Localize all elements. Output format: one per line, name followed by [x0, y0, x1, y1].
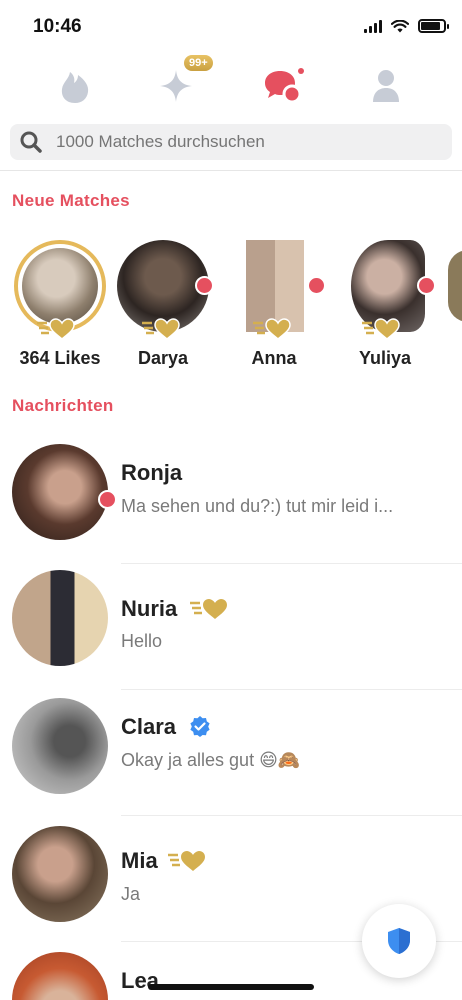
- message-preview: Hello: [121, 631, 163, 651]
- super-like-heart-icon: [168, 851, 205, 871]
- safety-toolkit-button[interactable]: [362, 904, 436, 978]
- avatar: [12, 698, 108, 794]
- avatar: [12, 952, 108, 1000]
- super-like-heart-icon: [190, 599, 227, 619]
- messages-tab[interactable]: [254, 58, 314, 114]
- person-icon: [373, 70, 399, 102]
- status-time: 10:46: [33, 16, 82, 37]
- contact-name: Nuria: [121, 596, 178, 621]
- message-row[interactable]: Clara Okay ja alles gut 😄🙈: [0, 690, 462, 816]
- message-row[interactable]: Nuria Hello: [0, 564, 462, 690]
- contact-name: Clara: [121, 714, 177, 739]
- divider: [0, 170, 462, 171]
- unread-dot: [98, 490, 117, 509]
- unread-dot: [195, 276, 214, 295]
- message-preview: Ma sehen und du?:) tut mir leid i...: [121, 496, 394, 516]
- messages-title: Nachrichten: [12, 396, 114, 415]
- match-card[interactable]: Yuliya: [337, 240, 436, 369]
- wifi-icon: [391, 19, 409, 32]
- match-card[interactable]: Anna: [226, 240, 326, 369]
- new-matches-title: Neue Matches: [12, 191, 130, 210]
- status-bar: 10:46: [0, 0, 462, 52]
- avatar: [12, 826, 108, 922]
- top-picks-badge: 99+: [184, 55, 213, 71]
- message-preview: Okay ja alles gut 😄🙈: [121, 750, 301, 770]
- unread-dot: [307, 276, 326, 295]
- contact-name: Lea: [121, 968, 159, 993]
- message-row[interactable]: Ronja Ma sehen und du?:) tut mir leid i.…: [0, 438, 462, 564]
- match-name: Darya: [137, 348, 189, 368]
- super-like-heart-icon: [253, 318, 291, 340]
- match-name: 364 Likes: [19, 348, 101, 368]
- super-like-heart-icon: [37, 318, 75, 340]
- sparkle-icon: [160, 70, 192, 102]
- contact-name: Ronja: [121, 460, 183, 485]
- battery-icon: [418, 19, 449, 33]
- verified-check-icon: [190, 716, 210, 737]
- home-indicator: [148, 984, 314, 990]
- contact-name: Mia: [121, 848, 158, 873]
- flame-tab[interactable]: [45, 58, 105, 114]
- search-icon: [20, 131, 42, 153]
- flame-icon: [61, 72, 89, 103]
- signal-icon: [364, 19, 382, 33]
- top-nav: [0, 58, 462, 114]
- shield-icon: [388, 928, 410, 954]
- super-like-heart-icon: [142, 318, 180, 340]
- match-name: Anna: [251, 348, 297, 368]
- super-like-heart-icon: [362, 318, 400, 340]
- unread-dot: [417, 276, 436, 295]
- avatar: [12, 444, 108, 540]
- match-name: Yuliya: [358, 348, 412, 368]
- search-bar[interactable]: [10, 124, 452, 160]
- profile-tab[interactable]: [356, 58, 416, 114]
- likes-you-card[interactable]: 364 Likes: [12, 240, 108, 369]
- match-avatar-partial[interactable]: [448, 250, 462, 322]
- message-preview: Ja: [121, 884, 141, 904]
- avatar: [12, 570, 108, 666]
- chat-bubbles-icon: [265, 68, 304, 104]
- search-input[interactable]: [56, 132, 416, 152]
- status-icons: [364, 19, 449, 33]
- match-card[interactable]: Darya: [115, 240, 214, 369]
